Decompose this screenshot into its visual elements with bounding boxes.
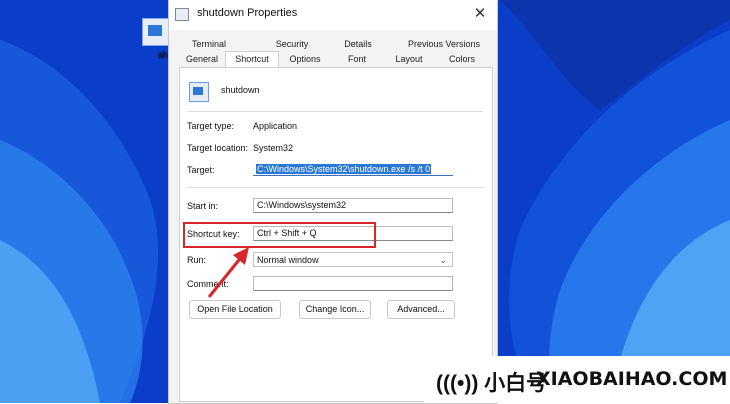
target-value: C:\Windows\System32\shutdown.exe /s /t 0 <box>256 164 432 174</box>
tab-security[interactable]: Security <box>267 37 317 52</box>
start-in-field[interactable]: C:\Windows\system32 <box>253 198 453 213</box>
watermark-banner: (((•)) 小白号 XIAOBAIHAO.COM <box>424 356 730 403</box>
shortcut-app-icon <box>189 82 209 102</box>
watermark-site: XIAOBAIHAO.COM <box>536 368 728 390</box>
chevron-down-icon: ⌄ <box>439 255 447 265</box>
shortcut-name: shutdown <box>221 85 260 95</box>
advanced-button[interactable]: Advanced... <box>387 300 455 319</box>
target-label: Target: <box>187 165 215 175</box>
run-select[interactable]: Normal window ⌄ <box>253 252 453 267</box>
target-type-value: Application <box>253 121 298 131</box>
tab-font[interactable]: Font <box>339 52 375 67</box>
tabs-row-1: Terminal Security Details Previous Versi… <box>179 37 491 52</box>
comment-field[interactable] <box>253 276 453 291</box>
tab-general[interactable]: General <box>181 52 223 67</box>
window-icon <box>175 8 189 21</box>
tab-options[interactable]: Options <box>283 52 327 67</box>
dialog-title: shutdown Properties <box>197 7 298 19</box>
tab-terminal[interactable]: Terminal <box>185 37 233 52</box>
title-bar: shutdown Properties ✕ <box>169 0 497 30</box>
tab-colors[interactable]: Colors <box>441 52 483 67</box>
run-label: Run: <box>187 255 207 265</box>
close-icon[interactable]: ✕ <box>471 4 489 22</box>
target-field[interactable]: C:\Windows\System32\shutdown.exe /s /t 0 <box>253 163 453 176</box>
start-in-label: Start in: <box>187 201 219 211</box>
tabs-row-2: General Shortcut Options Font Layout Col… <box>179 51 491 69</box>
annotation-arrow-icon <box>207 247 249 298</box>
open-file-location-button[interactable]: Open File Location <box>189 300 281 319</box>
tab-previous-versions[interactable]: Previous Versions <box>397 37 491 52</box>
shortcut-icon <box>142 18 170 46</box>
divider <box>187 187 483 188</box>
run-value: Normal window <box>257 255 319 265</box>
tab-layout[interactable]: Layout <box>387 52 431 67</box>
divider <box>187 111 483 112</box>
properties-dialog: shutdown Properties ✕ Terminal Security … <box>168 0 498 404</box>
change-icon-button[interactable]: Change Icon... <box>299 300 371 319</box>
target-location-label: Target location: <box>187 143 249 153</box>
target-location-value: System32 <box>253 143 294 153</box>
watermark-logo: (((•)) 小白号 <box>436 372 548 395</box>
tab-details[interactable]: Details <box>333 37 383 52</box>
target-type-label: Target type: <box>187 121 235 131</box>
